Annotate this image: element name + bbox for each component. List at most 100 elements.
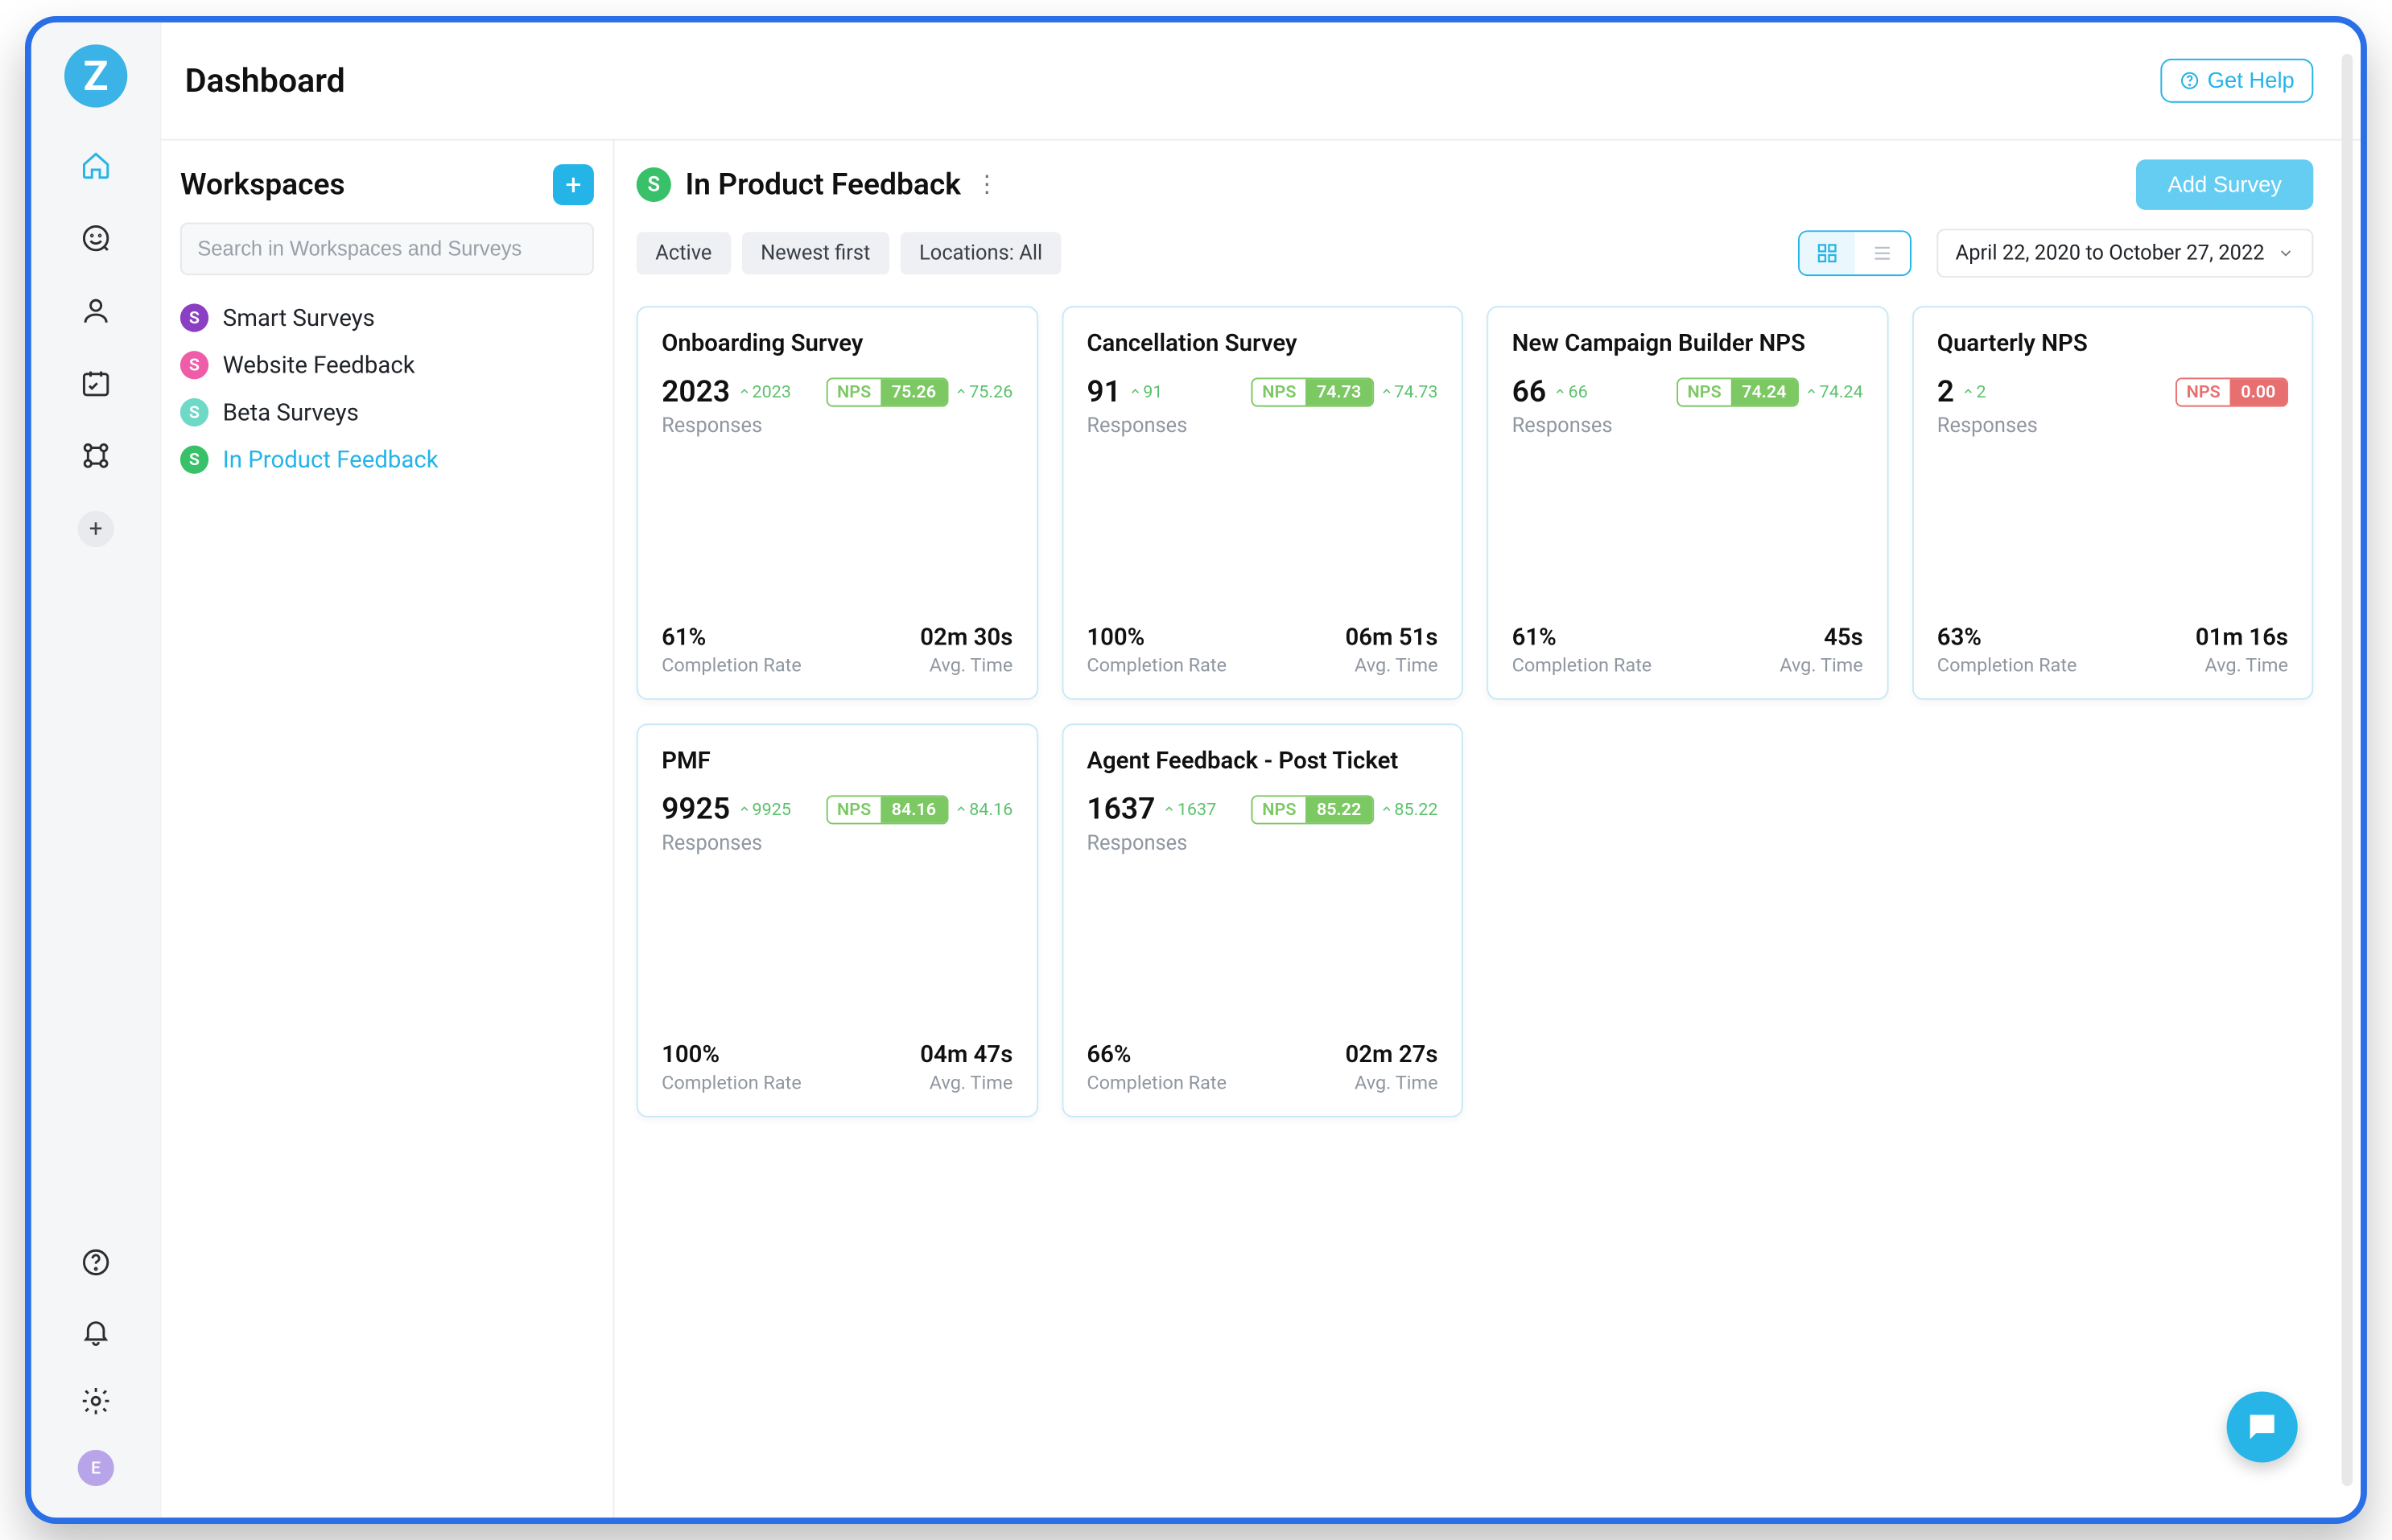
avgtime-value: 45s	[1780, 624, 1863, 651]
app-logo: Z	[64, 44, 127, 107]
filter-locations[interactable]: Locations: All	[901, 232, 1062, 274]
get-help-button[interactable]: Get Help	[2160, 59, 2313, 103]
survey-card[interactable]: New Campaign Builder NPS 66 66 NPS74.24 …	[1487, 306, 1888, 700]
nps-pill: NPS74.73	[1252, 377, 1374, 406]
workspace-badge-icon: S	[180, 351, 208, 379]
view-toggle	[1798, 230, 1912, 276]
add-workspace-button[interactable]: +	[553, 164, 594, 205]
avgtime-label: Avg. Time	[1780, 654, 1863, 676]
nav-add-button[interactable]: +	[78, 511, 114, 547]
user-avatar[interactable]: E	[78, 1450, 114, 1486]
avgtime-label: Avg. Time	[2196, 654, 2288, 676]
list-view-button[interactable]	[1854, 232, 1910, 274]
nps-pill: NPS0.00	[2175, 377, 2288, 406]
completion-value: 100%	[1087, 624, 1227, 651]
nav-feedback-icon[interactable]	[76, 218, 117, 259]
workspaces-sidebar: Workspaces + SSmart Surveys S Website Feed…	[161, 141, 614, 1517]
completion-value: 100%	[662, 1041, 802, 1069]
responses-value: 1637	[1087, 792, 1155, 826]
responses-label: Responses	[1087, 831, 1437, 854]
workspace-badge: S	[637, 167, 671, 202]
responses-value: 9925	[662, 792, 730, 826]
completion-label: Completion Rate	[1087, 654, 1227, 676]
nps-pill: NPS84.16	[826, 795, 948, 824]
completion-label: Completion Rate	[1087, 1072, 1227, 1093]
survey-card[interactable]: Quarterly NPS 2 2 NPS0.00 Responses 63% …	[1912, 306, 2314, 700]
responses-value: 91	[1087, 374, 1121, 409]
avgtime-value: 06m 51s	[1346, 624, 1438, 651]
completion-value: 61%	[662, 624, 802, 651]
nav-contacts-icon[interactable]	[76, 290, 117, 331]
workspace-badge-icon: S	[180, 398, 208, 426]
help-icon[interactable]	[76, 1241, 117, 1283]
workspace-item[interactable]: SSmart Surveys	[180, 303, 594, 331]
responses-label: Responses	[662, 414, 1012, 437]
workspaces-title: Workspaces	[180, 167, 345, 202]
page-title: Dashboard	[185, 61, 345, 100]
avgtime-value: 02m 30s	[920, 624, 1012, 651]
workspace-item[interactable]: S Website Feedback	[180, 351, 594, 379]
completion-value: 66%	[1087, 1041, 1227, 1069]
responses-delta: 2023	[738, 382, 791, 401]
completion-value: 63%	[1937, 624, 2077, 651]
survey-title: PMF	[662, 747, 1012, 775]
chat-fab[interactable]	[2227, 1392, 2298, 1463]
grid-view-button[interactable]	[1800, 232, 1855, 274]
responses-label: Responses	[1087, 414, 1437, 437]
main-area: Dashboard Get Help Workspaces + SSmart S…	[161, 23, 2361, 1517]
nav-calendar-icon[interactable]	[76, 363, 117, 404]
workspace-item[interactable]: S Beta Surveys	[180, 398, 594, 426]
nps-delta: 85.22	[1380, 800, 1438, 819]
nps-delta: 75.26	[955, 382, 1013, 401]
nav-home-icon[interactable]	[76, 146, 117, 187]
nav-integrations-icon[interactable]	[76, 435, 117, 476]
workspace-title: In Product Feedback	[686, 167, 961, 202]
survey-grid: Onboarding Survey 2023 2023 NPS75.26 75.…	[637, 306, 2314, 1117]
add-survey-button[interactable]: Add Survey	[2136, 159, 2313, 210]
get-help-label: Get Help	[2208, 68, 2295, 93]
completion-label: Completion Rate	[1937, 654, 2077, 676]
nps-pill: NPS75.26	[826, 377, 948, 406]
survey-card[interactable]: Cancellation Survey 91 91 NPS74.73 74.73…	[1062, 306, 1463, 700]
responses-label: Responses	[1512, 414, 1863, 437]
topbar: Dashboard Get Help	[161, 23, 2361, 141]
survey-card[interactable]: Agent Feedback - Post Ticket 1637 1637 N…	[1062, 723, 1463, 1118]
workspace-item-label: Website Feedback	[223, 352, 415, 379]
filter-sort[interactable]: Newest first	[742, 232, 889, 274]
notifications-icon[interactable]	[76, 1311, 117, 1353]
completion-label: Completion Rate	[1512, 654, 1652, 676]
responses-delta: 1637	[1163, 800, 1216, 819]
avgtime-value: 04m 47s	[920, 1041, 1012, 1069]
workspace-search-input[interactable]	[180, 223, 594, 276]
completion-value: 61%	[1512, 624, 1652, 651]
responses-delta: 2	[1962, 382, 1986, 401]
nps-delta: 74.24	[1805, 382, 1863, 401]
filter-bar: Active Newest first Locations: All April…	[637, 229, 2314, 278]
filter-status[interactable]: Active	[637, 232, 731, 274]
nps-pill: NPS85.22	[1252, 795, 1374, 824]
responses-value: 2	[1937, 374, 1954, 409]
responses-delta: 66	[1554, 382, 1588, 401]
date-range-picker[interactable]: April 22, 2020 to October 27, 2022	[1936, 229, 2313, 278]
survey-title: Cancellation Survey	[1087, 330, 1437, 357]
date-range-label: April 22, 2020 to October 27, 2022	[1956, 241, 2265, 265]
workspace-item-label: In Product Feedback	[223, 446, 439, 473]
avgtime-value: 01m 16s	[2196, 624, 2288, 651]
workspace-item[interactable]: S In Product Feedback	[180, 446, 594, 474]
settings-icon[interactable]	[76, 1381, 117, 1422]
responses-label: Responses	[1937, 414, 2288, 437]
survey-title: Onboarding Survey	[662, 330, 1012, 357]
nps-pill: NPS74.24	[1676, 377, 1799, 406]
workspaces-list: SSmart Surveys S Website Feedback S Beta Sur…	[180, 303, 594, 473]
workspace-badge-icon: S	[180, 446, 208, 474]
nps-delta: 74.73	[1380, 382, 1438, 401]
content-area: S In Product Feedback ⋮ Add Survey Activ…	[614, 141, 2361, 1517]
avgtime-label: Avg. Time	[920, 1072, 1012, 1093]
responses-delta: 91	[1129, 382, 1163, 401]
workspace-item-label: Beta Surveys	[223, 398, 359, 426]
nav-rail: Z + E	[31, 23, 162, 1517]
workspace-menu-icon[interactable]: ⋮	[975, 173, 999, 196]
nps-delta: 84.16	[955, 800, 1013, 819]
survey-card[interactable]: Onboarding Survey 2023 2023 NPS75.26 75.…	[637, 306, 1038, 700]
survey-card[interactable]: PMF 9925 9925 NPS84.16 84.16 Responses 1…	[637, 723, 1038, 1118]
